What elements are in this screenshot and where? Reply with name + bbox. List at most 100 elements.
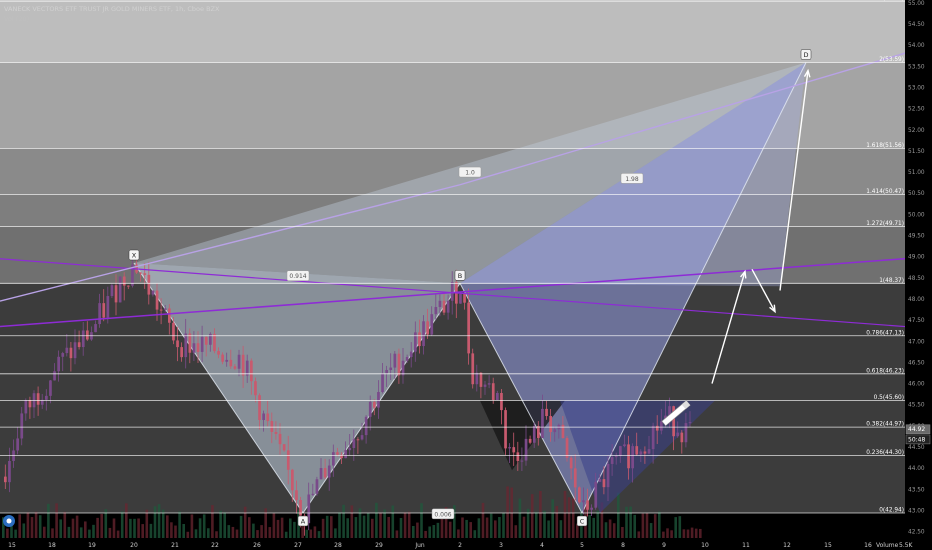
volume-bar xyxy=(137,518,140,538)
candle-body xyxy=(221,354,224,362)
candle-body xyxy=(639,451,643,455)
price-tick-label: 51.50 xyxy=(908,149,925,155)
candle-body xyxy=(36,393,40,405)
price-tick-label: 53.00 xyxy=(908,85,925,91)
candle-body xyxy=(368,401,372,417)
volume-bar xyxy=(92,524,95,538)
candle-body xyxy=(647,449,651,454)
candle-body xyxy=(512,447,516,453)
volume-bar xyxy=(293,521,296,538)
candle-body xyxy=(397,353,401,376)
time-tick-label: 18 xyxy=(48,542,56,549)
time-tick-label: 21 xyxy=(171,542,179,549)
candle-body xyxy=(467,302,470,354)
candle-body xyxy=(204,336,208,345)
volume-bar xyxy=(198,518,202,538)
volume-bar xyxy=(412,525,415,538)
time-axis[interactable]: 15 18 19 20 21 22 26 27 28 29 Jun 2 3 4 5 8 9 10 11 12 15 16 V… xyxy=(0,538,932,550)
candle-body xyxy=(364,416,368,436)
volume-bar xyxy=(686,529,690,538)
candle-body xyxy=(389,367,393,370)
point-label: B xyxy=(458,272,462,280)
volume-bar xyxy=(633,514,636,538)
candle-body xyxy=(282,444,286,451)
candle-body xyxy=(385,369,388,374)
candle-body xyxy=(352,439,356,448)
volume-bar xyxy=(272,513,276,538)
candle-body xyxy=(270,421,274,432)
volume-bar xyxy=(252,523,255,538)
volume-bar xyxy=(694,528,698,538)
volume-bar xyxy=(604,522,608,538)
volume-bar xyxy=(133,518,136,538)
candle-body xyxy=(500,392,503,411)
volume-bar xyxy=(112,518,116,538)
volume-bar xyxy=(59,519,62,538)
volume-bar xyxy=(325,515,329,538)
volume-bar xyxy=(432,525,436,538)
volume-bar xyxy=(346,518,349,538)
volume-bar xyxy=(354,517,358,538)
candle-body xyxy=(163,308,167,310)
volume-bar xyxy=(473,530,477,538)
candle-body xyxy=(565,438,569,458)
volume-bar xyxy=(268,527,272,538)
volume-bar xyxy=(494,520,497,538)
candle-body xyxy=(491,383,495,400)
candle-body xyxy=(53,371,56,381)
candle-body xyxy=(504,410,507,449)
candle-body xyxy=(442,300,446,313)
candle-body xyxy=(86,330,89,340)
volume-bar xyxy=(637,531,641,538)
volume-bar xyxy=(260,525,263,538)
candle-body xyxy=(98,303,101,325)
price-tick-label: 54.50 xyxy=(908,22,925,28)
volume-bar xyxy=(477,518,481,538)
candle-body xyxy=(81,330,85,348)
candle-body xyxy=(360,435,364,440)
price-axis[interactable]: 42.5043.0043.5044.0044.5045.0045.5046.00… xyxy=(905,0,932,550)
candle-body xyxy=(594,481,598,508)
point-label: A xyxy=(301,518,306,526)
volume-bar xyxy=(174,525,177,538)
volume-bar xyxy=(178,511,181,538)
candle-body xyxy=(16,438,19,451)
volume-bar xyxy=(658,511,661,538)
volume-bar xyxy=(559,520,563,538)
volume-bar xyxy=(617,492,620,538)
volume-bar xyxy=(145,509,149,538)
candle-body xyxy=(680,432,684,443)
candle-body xyxy=(487,383,491,385)
volume-bar xyxy=(465,519,468,538)
candle-body xyxy=(516,452,520,461)
candle-body xyxy=(401,360,405,376)
candle-body xyxy=(213,333,216,352)
volume-bar xyxy=(166,515,169,538)
candle-body xyxy=(528,438,532,443)
volume-bar xyxy=(362,515,366,538)
candle-body xyxy=(356,439,360,441)
price-tick-label: 48.00 xyxy=(908,297,925,303)
volume-bar xyxy=(678,516,682,538)
candle-body xyxy=(151,290,155,295)
candle-body xyxy=(176,340,179,348)
volume-bar xyxy=(625,506,628,538)
volume-bar xyxy=(334,528,337,538)
price-tick-label: 44.50 xyxy=(908,445,925,451)
volume-bar xyxy=(43,526,46,538)
candle-body xyxy=(69,347,73,359)
candle-body xyxy=(73,342,77,359)
volume-bar xyxy=(141,524,144,538)
volume-bar xyxy=(71,518,75,538)
price-tick-label: 52.50 xyxy=(908,107,925,113)
volume-bar xyxy=(547,520,550,538)
volume-bar xyxy=(395,530,399,538)
volume-bar xyxy=(498,517,501,538)
price-chart[interactable]: 0(42.94) 0.236(44.30) 0.382(44.97) 0.5(45.6… xyxy=(0,0,932,550)
ratio-label: 0.914 xyxy=(289,273,306,280)
candle-body xyxy=(327,465,331,478)
price-tick-label: 55.00 xyxy=(908,1,925,7)
volume-bar xyxy=(182,523,185,538)
time-tick-label: Jun xyxy=(414,542,425,549)
candle-body xyxy=(418,332,421,347)
